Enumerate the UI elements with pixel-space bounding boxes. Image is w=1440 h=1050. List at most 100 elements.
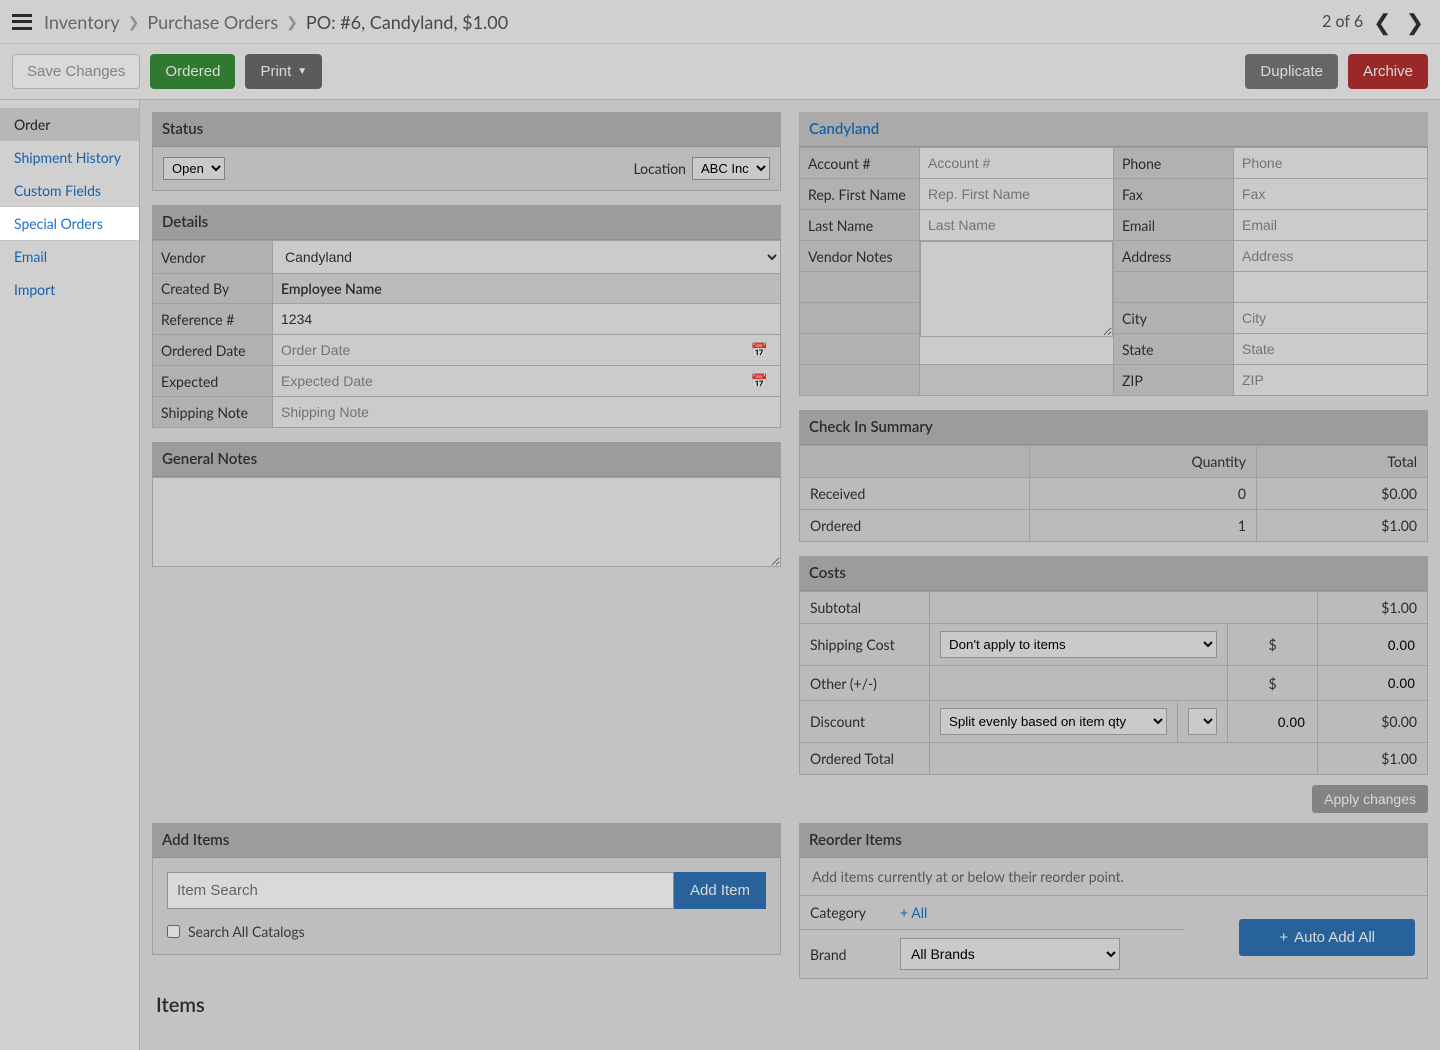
ordered-total-label: Ordered Total: [800, 743, 930, 775]
sidenav-item-import[interactable]: Import: [0, 273, 139, 306]
account-input[interactable]: [920, 148, 1113, 178]
sidenav-item-email[interactable]: Email: [0, 240, 139, 273]
item-search-input[interactable]: [167, 872, 674, 909]
createdby-value: Employee Name: [273, 274, 781, 304]
vendor-link-header[interactable]: Candyland: [799, 112, 1428, 147]
checkin-table: Quantity Total Received 0 $0.00 Ordered …: [799, 445, 1428, 542]
archive-button[interactable]: Archive: [1348, 54, 1428, 89]
sidenav-item-order[interactable]: Order: [0, 108, 139, 141]
ordered-total: $1.00: [1256, 510, 1427, 542]
shipping-note-input[interactable]: [273, 397, 780, 427]
ordered-total-value: $1.00: [1318, 743, 1428, 775]
crumb-current: PO: #6, Candyland, $1.00: [306, 11, 508, 33]
shipping-label: Shipping Cost: [800, 624, 930, 666]
email-label: Email: [1114, 210, 1234, 241]
repfirst-input[interactable]: [920, 179, 1113, 209]
expected-date-input[interactable]: [273, 366, 780, 396]
crumb-purchase-orders[interactable]: Purchase Orders: [147, 11, 278, 33]
other-currency: $: [1228, 666, 1318, 701]
chevron-right-icon: ❯: [286, 13, 298, 31]
category-all-link[interactable]: + All: [900, 904, 927, 921]
ordered-label: Ordered: [800, 510, 1030, 542]
brand-label: Brand: [800, 930, 890, 979]
reorder-header: Reorder Items: [799, 823, 1428, 858]
calendar-icon[interactable]: 📅: [751, 372, 776, 390]
account-label: Account #: [800, 148, 920, 179]
ordered-button[interactable]: Ordered: [150, 54, 235, 89]
shipping-currency: $: [1228, 624, 1318, 666]
costs-table: Subtotal $1.00 Shipping Cost Don't apply…: [799, 591, 1428, 775]
status-header: Status: [152, 112, 781, 147]
discount-input[interactable]: [1238, 712, 1307, 732]
action-bar: Save Changes Ordered Print ▼ Duplicate A…: [0, 44, 1440, 100]
other-input[interactable]: [1328, 673, 1417, 693]
ordered-date-input[interactable]: [273, 335, 780, 365]
phone-input[interactable]: [1234, 148, 1427, 178]
status-select[interactable]: Open: [163, 157, 225, 180]
breadcrumb: Inventory ❯ Purchase Orders ❯ PO: #6, Ca…: [44, 11, 508, 33]
crumb-inventory[interactable]: Inventory: [44, 11, 120, 33]
pager-prev-icon[interactable]: ❮: [1369, 8, 1395, 36]
subtotal-value: $1.00: [1318, 592, 1428, 624]
discount-total: $0.00: [1318, 701, 1428, 743]
search-all-catalogs-text: Search All Catalogs: [188, 923, 305, 940]
ordered-qty: 1: [1029, 510, 1256, 542]
other-label: Other (+/-): [800, 666, 930, 701]
details-table: Vendor Candyland Created By Employee Nam…: [152, 240, 781, 428]
print-label: Print: [260, 63, 291, 80]
discount-currency-select[interactable]: $: [1188, 708, 1217, 735]
address-label: Address: [1114, 241, 1234, 272]
vendor-table: Account # Phone Rep. First Name Fax Last…: [799, 147, 1428, 396]
general-notes-textarea[interactable]: [152, 477, 781, 567]
lastname-input[interactable]: [920, 210, 1113, 240]
pager-next-icon[interactable]: ❯: [1402, 8, 1428, 36]
sidenav-item-custom[interactable]: Custom Fields: [0, 174, 139, 207]
received-label: Received: [800, 478, 1030, 510]
phone-label: Phone: [1114, 148, 1234, 179]
zip-input[interactable]: [1234, 365, 1427, 395]
add-item-button[interactable]: Add Item: [674, 872, 766, 909]
reference-label: Reference #: [153, 304, 273, 335]
brand-select[interactable]: All Brands: [900, 938, 1120, 970]
apply-changes-button[interactable]: Apply changes: [1312, 785, 1428, 813]
fax-label: Fax: [1114, 179, 1234, 210]
col-quantity: Quantity: [1029, 446, 1256, 478]
address2-input[interactable]: [1234, 272, 1427, 302]
fax-input[interactable]: [1234, 179, 1427, 209]
breadcrumb-bar: Inventory ❯ Purchase Orders ❯ PO: #6, Ca…: [0, 0, 1440, 44]
state-input[interactable]: [1234, 334, 1427, 364]
email-input[interactable]: [1234, 210, 1427, 240]
location-select[interactable]: ABC Inc: [692, 157, 770, 180]
subtotal-label: Subtotal: [800, 592, 930, 624]
plus-icon: +: [900, 904, 911, 921]
vendor-notes-label: Vendor Notes: [800, 241, 920, 272]
reference-input[interactable]: [273, 304, 780, 334]
calendar-icon[interactable]: 📅: [751, 341, 776, 359]
shipping-input[interactable]: [1328, 635, 1417, 655]
caret-down-icon: ▼: [297, 66, 307, 77]
city-input[interactable]: [1234, 303, 1427, 333]
costs-header: Costs: [799, 556, 1428, 591]
search-all-catalogs-checkbox[interactable]: [167, 925, 180, 938]
vendor-select[interactable]: Candyland: [273, 241, 780, 273]
sidenav-item-special-orders[interactable]: Special Orders: [0, 207, 139, 240]
duplicate-button[interactable]: Duplicate: [1245, 54, 1338, 89]
chevron-right-icon: ❯: [128, 13, 140, 31]
shipping-apply-select[interactable]: Don't apply to items: [940, 631, 1217, 658]
sidenav-item-shipment[interactable]: Shipment History: [0, 141, 139, 174]
auto-add-all-button[interactable]: + Auto Add All: [1239, 919, 1415, 956]
save-changes-button[interactable]: Save Changes: [12, 54, 140, 89]
details-header: Details: [152, 205, 781, 240]
pager-text: 2 of 6: [1322, 12, 1363, 31]
vendor-notes-textarea[interactable]: [920, 241, 1113, 337]
search-all-catalogs-label[interactable]: Search All Catalogs: [167, 923, 766, 940]
address-input[interactable]: [1234, 241, 1427, 271]
shipping-note-label: Shipping Note: [153, 397, 273, 428]
ordered-date-label: Ordered Date: [153, 335, 273, 366]
category-label: Category: [800, 896, 890, 930]
print-button[interactable]: Print ▼: [245, 54, 322, 89]
plus-icon: +: [1279, 929, 1288, 946]
received-total: $0.00: [1256, 478, 1427, 510]
menu-icon[interactable]: [12, 14, 32, 30]
discount-apply-select[interactable]: Split evenly based on item qty: [940, 708, 1167, 735]
